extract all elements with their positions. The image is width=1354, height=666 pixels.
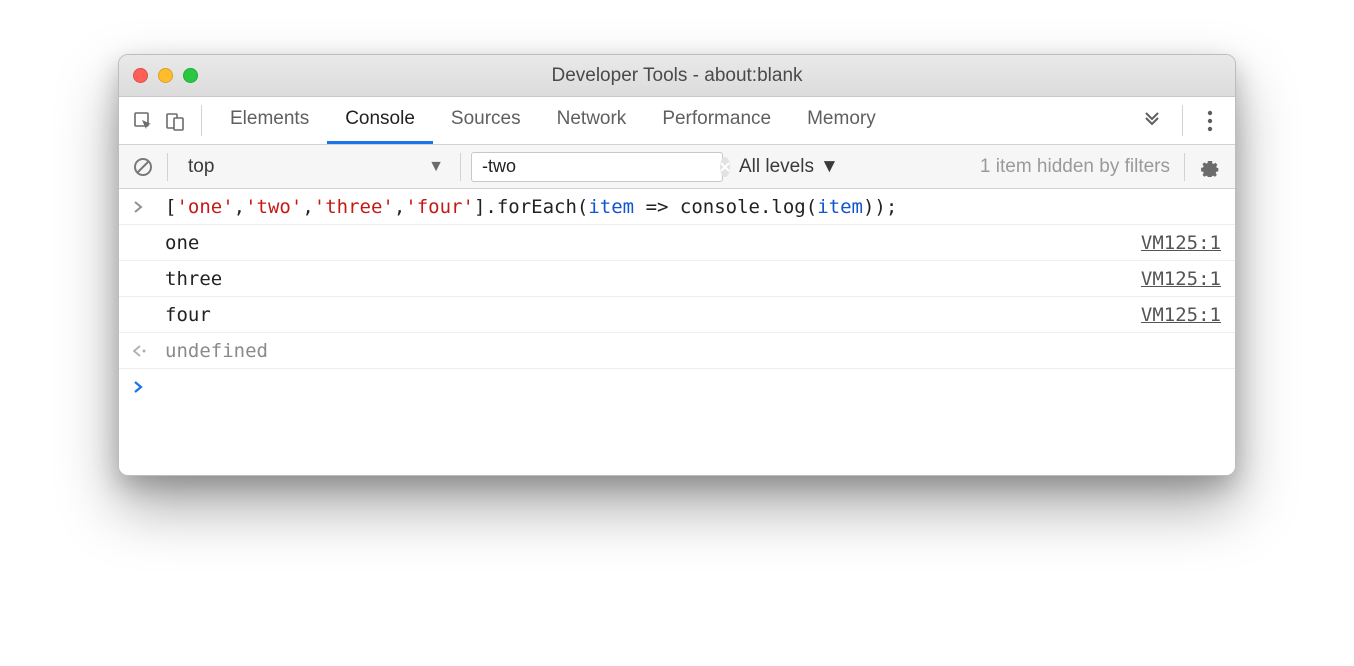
devtools-tabstrip: Elements Console Sources Network Perform… <box>119 97 1235 145</box>
console-log-row: four VM125:1 <box>119 297 1235 333</box>
filter-input-wrapper <box>471 152 723 182</box>
return-value: undefined <box>165 340 1221 362</box>
clear-console-icon[interactable] <box>129 157 157 177</box>
tab-sources[interactable]: Sources <box>433 97 539 144</box>
execution-context-selector[interactable]: top ▼ <box>178 152 450 182</box>
separator <box>167 153 168 181</box>
device-toolbar-icon[interactable] <box>159 97 191 145</box>
window-title: Developer Tools - about:blank <box>119 65 1235 87</box>
levels-label: All levels <box>739 156 814 178</box>
separator <box>460 153 461 181</box>
console-input-row: ['one','two','three','four'].forEach(ite… <box>119 189 1235 225</box>
clear-filter-icon[interactable] <box>720 157 730 177</box>
tab-memory[interactable]: Memory <box>789 97 894 144</box>
prompt-caret-icon <box>129 381 165 393</box>
console-input-code[interactable]: ['one','two','three','four'].forEach(ite… <box>165 196 1221 218</box>
console-settings-icon[interactable] <box>1195 157 1225 177</box>
tab-elements[interactable]: Elements <box>212 97 327 144</box>
console-return-row: undefined <box>119 333 1235 369</box>
console-log-row: one VM125:1 <box>119 225 1235 261</box>
console-prompt-row[interactable] <box>119 369 1235 405</box>
log-message: three <box>165 268 1141 290</box>
devtools-window: Developer Tools - about:blank Elements C… <box>118 54 1236 476</box>
log-message: one <box>165 232 1141 254</box>
context-label: top <box>188 156 214 178</box>
input-caret-icon <box>129 201 165 213</box>
chevron-down-icon: ▼ <box>820 156 839 178</box>
inspect-element-icon[interactable] <box>127 97 159 145</box>
return-caret-icon <box>129 345 165 357</box>
devtools-menu-button[interactable] <box>1193 97 1227 144</box>
tab-console[interactable]: Console <box>327 97 433 144</box>
titlebar: Developer Tools - about:blank <box>119 55 1235 97</box>
more-tabs-button[interactable] <box>1132 97 1172 144</box>
filter-input[interactable] <box>482 156 714 177</box>
tab-performance[interactable]: Performance <box>644 97 789 144</box>
separator <box>201 105 202 136</box>
log-level-selector[interactable]: All levels ▼ <box>733 156 845 178</box>
hidden-count-label: 1 item hidden by filters <box>980 156 1174 178</box>
tab-network[interactable]: Network <box>539 97 645 144</box>
console-log-row: three VM125:1 <box>119 261 1235 297</box>
console-toolbar: top ▼ All levels ▼ 1 item hidden by filt… <box>119 145 1235 189</box>
log-source-link[interactable]: VM125:1 <box>1141 304 1221 326</box>
log-source-link[interactable]: VM125:1 <box>1141 232 1221 254</box>
separator <box>1182 105 1183 136</box>
console-output: ['one','two','three','four'].forEach(ite… <box>119 189 1235 475</box>
separator <box>1184 153 1185 181</box>
log-source-link[interactable]: VM125:1 <box>1141 268 1221 290</box>
log-message: four <box>165 304 1141 326</box>
chevron-down-icon: ▼ <box>428 158 444 176</box>
